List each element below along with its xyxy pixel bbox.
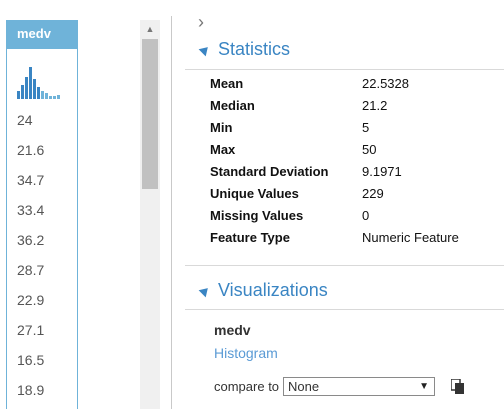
list-item[interactable]: 33.4 xyxy=(7,195,77,225)
stat-value: 50 xyxy=(362,142,377,157)
stat-label: Median xyxy=(210,98,255,113)
list-item[interactable]: 16.5 xyxy=(7,345,77,375)
dropdown-arrow-icon: ▼ xyxy=(419,381,430,392)
stat-row: Missing Values 0 xyxy=(210,208,500,230)
stat-row: Mean 22.5328 xyxy=(210,76,500,98)
stat-value: 22.5328 xyxy=(362,76,409,91)
panel-divider xyxy=(171,16,172,409)
statistics-table: Mean 22.5328 Median 21.2 Min 5 Max 50 St… xyxy=(210,76,500,252)
compare-label: compare to xyxy=(214,379,280,394)
compare-dropdown[interactable]: None ▼ xyxy=(283,377,436,396)
list-item[interactable]: 24 xyxy=(7,105,77,135)
stat-value: 0 xyxy=(362,208,370,223)
stat-row: Feature Type Numeric Feature xyxy=(210,230,500,252)
stat-label: Max xyxy=(210,142,236,157)
stat-label: Standard Deviation xyxy=(210,164,329,179)
stat-label: Mean xyxy=(210,76,244,91)
section-rule xyxy=(185,69,504,70)
collapse-triangle-icon[interactable] xyxy=(198,43,212,57)
stat-row: Unique Values 229 xyxy=(210,186,500,208)
list-item[interactable]: 34.7 xyxy=(7,165,77,195)
list-item[interactable]: 21.6 xyxy=(7,135,77,165)
list-item[interactable]: 36.2 xyxy=(7,225,77,255)
stat-row: Min 5 xyxy=(210,120,500,142)
section-rule xyxy=(185,265,504,266)
column-panel: medv 24 21.6 34.7 33.4 36.2 28.7 22.9 27… xyxy=(6,20,78,409)
histogram-link[interactable]: Histogram xyxy=(214,345,278,361)
section-title: Statistics xyxy=(218,38,291,59)
stat-row: Max 50 xyxy=(210,142,500,164)
stat-label: Feature Type xyxy=(210,230,290,245)
mini-histogram-icon xyxy=(17,67,60,99)
stat-row: Standard Deviation 9.1971 xyxy=(210,164,500,186)
list-item[interactable]: 27.1 xyxy=(7,315,77,345)
stat-value: 21.2 xyxy=(362,98,388,113)
scroll-thumb[interactable] xyxy=(142,39,158,189)
section-rule xyxy=(185,309,504,310)
statistics-header[interactable]: Statistics xyxy=(198,38,291,60)
compare-selected-value: None xyxy=(288,379,320,394)
stat-value: 229 xyxy=(362,186,384,201)
list-item[interactable]: 22.9 xyxy=(7,285,77,315)
list-item[interactable]: 28.7 xyxy=(7,255,77,285)
chevron-right-icon[interactable]: › xyxy=(198,12,204,32)
visualizations-header[interactable]: Visualizations xyxy=(198,279,328,301)
stat-label: Missing Values xyxy=(210,208,304,223)
scroll-up-arrow-icon[interactable]: ▲ xyxy=(140,20,160,38)
stat-value: Numeric Feature xyxy=(362,230,459,245)
column-header[interactable]: medv xyxy=(7,20,77,49)
stat-row: Median 21.2 xyxy=(210,98,500,120)
list-item[interactable]: 18.9 xyxy=(7,375,77,405)
copy-icon[interactable] xyxy=(451,378,465,395)
collapse-triangle-icon[interactable] xyxy=(198,284,212,298)
column-values-list: 24 21.6 34.7 33.4 36.2 28.7 22.9 27.1 16… xyxy=(7,105,77,405)
column-name: medv xyxy=(17,26,51,41)
vertical-scrollbar[interactable]: ▲ xyxy=(140,20,160,409)
section-title: Visualizations xyxy=(218,279,328,300)
viz-variable-name: medv xyxy=(214,322,251,338)
compare-row: compare to None ▼ xyxy=(214,377,465,396)
stat-label: Min xyxy=(210,120,233,135)
stat-label: Unique Values xyxy=(210,186,299,201)
stat-value: 5 xyxy=(362,120,370,135)
stat-value: 9.1971 xyxy=(362,164,402,179)
mini-histogram xyxy=(7,51,77,105)
